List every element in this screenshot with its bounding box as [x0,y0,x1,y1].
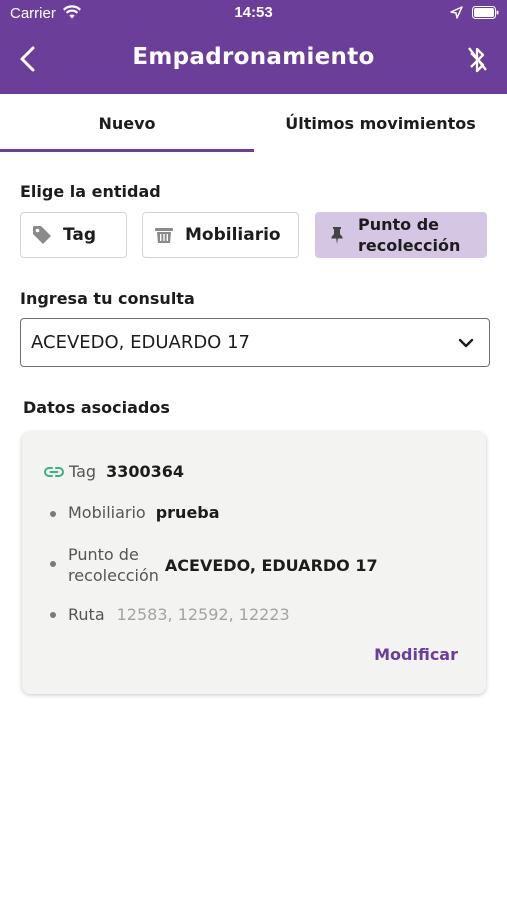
active-tab-indicator [0,149,254,152]
punto-key-line1: Punto de [68,545,139,564]
tab-bar: Nuevo Últimos movimientos [0,94,507,152]
entity-option-label-line2: recolección [358,236,461,255]
entity-section-label: Elige la entidad [20,182,161,201]
ruta-key: Ruta [68,605,105,624]
punto-row: Punto de recolección ACEVEDO, EDUARDO 17 [68,544,378,586]
battery-icon [472,6,499,19]
query-select-value: ACEVEDO, EDUARDO 17 [31,332,250,353]
tag-row: Tag 3300364 [69,462,184,481]
punto-key-line2: recolección [68,566,159,585]
tab-ultimos-movimientos[interactable]: Últimos movimientos [254,94,507,152]
query-section-label: Ingresa tu consulta [20,289,195,308]
pin-icon [331,227,343,244]
associated-section-label: Datos asociados [23,398,170,417]
query-select[interactable]: ACEVEDO, EDUARDO 17 [20,318,490,367]
link-icon [44,467,64,477]
entity-option-label: Punto de recolección [358,214,460,256]
tag-icon [33,226,51,244]
modificar-button[interactable]: Modificar [374,645,458,664]
bin-icon [155,228,173,243]
entity-option-mobiliario[interactable]: Mobiliario [142,212,299,258]
entity-option-label-line1: Punto de [358,215,440,234]
location-arrow-icon [450,6,463,19]
status-bar: Carrier 14:53 [0,0,507,28]
bluetooth-disabled-icon[interactable] [462,44,492,76]
page-title: Empadronamiento [132,44,375,70]
bullet [50,511,56,517]
punto-key: Punto de recolección [68,544,159,586]
entity-option-tag[interactable]: Tag [20,212,127,258]
tag-value: 3300364 [106,462,185,481]
bullet [50,612,56,618]
punto-value: ACEVEDO, EDUARDO 17 [164,555,378,575]
app-header: Carrier 14:53 Empadronamiento [0,0,507,94]
mobiliario-value: prueba [155,503,220,522]
tag-key: Tag [69,462,97,481]
entity-option-label: Mobiliario [185,225,281,245]
tab-nuevo[interactable]: Nuevo [0,94,254,152]
chevron-down-icon [458,338,474,348]
associated-data-card: Tag 3300364 Mobiliario prueba Punto de r… [22,432,486,694]
mobiliario-row: Mobiliario prueba [68,503,220,522]
ruta-value: 12583, 12592, 12223 [116,605,290,624]
entity-option-punto-recoleccion[interactable]: Punto de recolección [315,212,487,258]
bullet [50,561,56,567]
mobiliario-key: Mobiliario [68,503,146,522]
entity-option-label: Tag [63,225,97,245]
ruta-row: Ruta 12583, 12592, 12223 [68,605,290,624]
status-time: 14:53 [234,4,273,21]
